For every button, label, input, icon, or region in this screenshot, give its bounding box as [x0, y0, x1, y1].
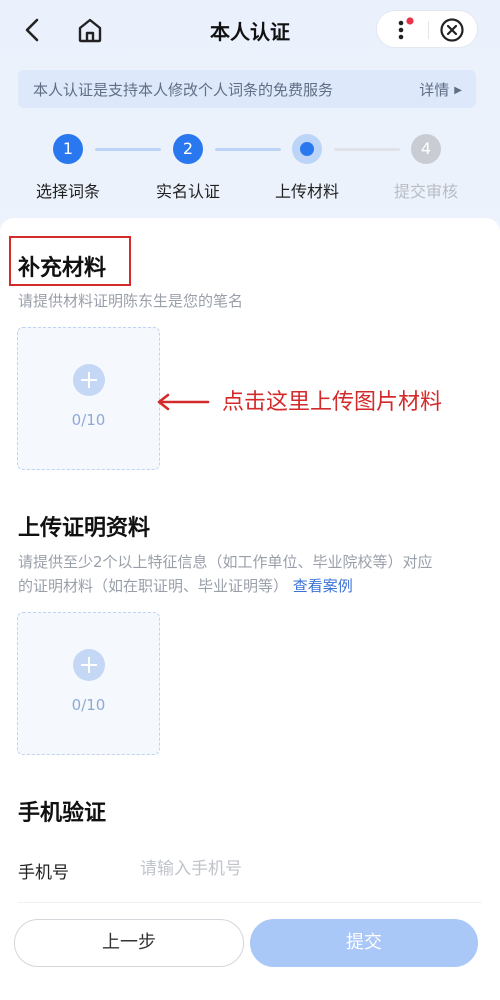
nav-bar: 本人认证 [0, 0, 500, 62]
capsule-menu [376, 10, 478, 48]
step-2-label: 实名认证 [155, 182, 220, 201]
supplement-upload-box[interactable]: 0/10 [17, 327, 160, 470]
plus-icon [73, 364, 105, 396]
close-circle-icon[interactable] [439, 17, 465, 43]
step-3-circle [292, 134, 322, 164]
submit-button[interactable]: 提交 [250, 919, 478, 967]
more-vertical-icon[interactable] [391, 17, 415, 43]
notice-text: 本人认证是支持本人修改个人词条的免费服务 [33, 81, 334, 99]
triangle-right-icon: ▶ [454, 85, 462, 96]
supplement-desc: 请提供材料证明陈东生是您的笔名 [18, 292, 244, 310]
step-1-circle: 1 [53, 134, 83, 164]
step-2-number: 2 [182, 139, 194, 158]
page-title: 本人认证 [210, 20, 290, 44]
step-connector-3 [334, 148, 400, 151]
step-1-label: 选择词条 [35, 182, 100, 201]
step-4-circle: 4 [411, 134, 441, 164]
progress-steps: 1 2 4 选择词条 实名认证 上传材料 提交审核 [0, 130, 500, 210]
notice-detail-link[interactable]: 详情 ▶ [419, 79, 462, 100]
annotation-arrow [157, 393, 210, 411]
view-example-link[interactable]: 查看案例 [293, 577, 353, 595]
chevron-left-icon[interactable] [18, 14, 48, 46]
proof-title: 上传证明资料 [18, 516, 151, 541]
phone-divider [18, 902, 482, 903]
notification-badge [406, 17, 414, 25]
step-4-label: 提交审核 [393, 182, 458, 201]
plus-icon [73, 649, 105, 681]
step-connector-2 [215, 148, 281, 151]
notice-banner: 本人认证是支持本人修改个人词条的免费服务 详情 ▶ [18, 70, 476, 108]
step-3-label: 上传材料 [274, 182, 339, 201]
proof-desc-line-2: 的证明材料（如在职证明、毕业证明等） 查看案例 [18, 574, 353, 598]
proof-upload-count: 0/10 [71, 696, 106, 714]
proof-desc-line-1: 请提供至少2个以上特征信息（如工作单位、毕业院校等）对应 [18, 553, 433, 571]
step-1-number: 1 [62, 139, 74, 158]
step-4-number: 4 [420, 139, 432, 158]
step-current-dot [300, 142, 314, 156]
supplement-upload-count: 0/10 [71, 411, 106, 429]
proof-desc-text: 的证明材料（如在职证明、毕业证明等） [18, 577, 289, 595]
supplement-title: 补充材料 [18, 256, 107, 281]
capsule-divider [428, 21, 429, 39]
home-icon[interactable] [74, 14, 106, 46]
phone-label: 手机号 [18, 863, 69, 883]
phone-input[interactable] [140, 854, 460, 884]
previous-step-button[interactable]: 上一步 [14, 919, 244, 967]
phone-section-title: 手机验证 [18, 801, 107, 826]
proof-upload-box[interactable]: 0/10 [17, 612, 160, 755]
step-2-circle: 2 [173, 134, 203, 164]
annotation-text: 点击这里上传图片材料 [222, 390, 443, 415]
step-connector-1 [95, 148, 161, 151]
notice-detail-label: 详情 [419, 81, 450, 99]
